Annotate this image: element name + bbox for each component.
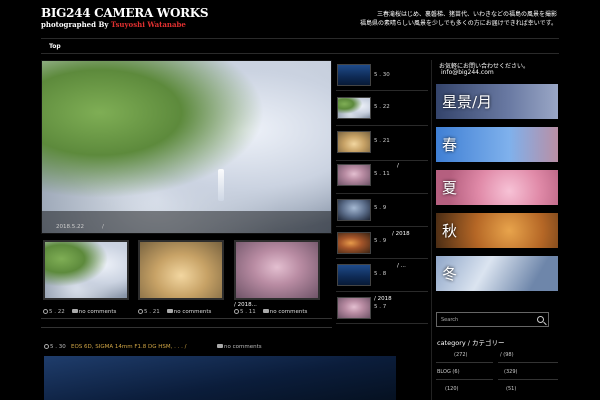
thumb-meta-1: 5 . 22 no comments [43,309,116,315]
banner-summer[interactable]: 夏 [436,170,558,205]
column-divider [431,60,432,400]
list-date-2: 5 . 22 [374,104,390,110]
list-thumb-2[interactable] [337,97,371,119]
list-divider [336,226,428,227]
subtitle-prefix: photographed By [41,20,111,29]
banner-autumn[interactable]: 秋 [436,213,558,248]
banner-stars-moon[interactable]: 星景/月 [436,84,558,119]
post-comments[interactable]: no comments [224,344,262,350]
hero-date: 2018.5.22 [56,224,84,230]
hero-image[interactable]: 2018.5.22 / [41,60,332,234]
post-meta: 5 . 30 EOS 6D, SIGMA 14mm F1.8 DG HSM, .… [44,344,262,350]
banner-winter[interactable]: 冬 [436,256,558,291]
photographer-name: Tsuyoshi Watanabe [110,20,186,29]
site-intro: 三春滝桜はじめ、裏磐梯、猪苗代、いわきなどの福島の風景を撮影 福島県の素晴らしい… [357,11,557,28]
category-divider [436,362,493,363]
thumb-comments-2[interactable]: no comments [174,309,212,315]
thumb-date-1: 5 . 22 [49,309,65,315]
search-icon[interactable] [537,316,544,323]
thumb-comments-1[interactable]: no comments [79,309,117,315]
thumb-meta-3: 5 . 11 no comments [234,309,307,315]
category-divider [498,379,558,380]
list-divider [336,193,428,194]
post-comment-wrap: no comments [217,344,262,350]
thumb-meta-2: 5 . 21 no comments [138,309,211,315]
thumb-comments-3[interactable]: no comments [270,309,308,315]
list-title-4[interactable]: / [397,163,399,169]
site-title[interactable]: BIG244 CAMERA WORKS [41,6,209,20]
site-subtitle: photographed By Tsuyoshi Watanabe [41,20,186,29]
category-item-2[interactable]: / (98) [500,352,514,358]
list-divider [336,160,428,161]
category-item-5[interactable]: (120) [445,386,458,392]
hero-caption: 2018.5.22 / [42,211,331,233]
list-divider [336,125,428,126]
hero-separator: / [102,224,104,230]
post-image[interactable] [44,356,396,400]
search-input[interactable]: Search [441,317,458,323]
list-thumb-8[interactable] [337,297,371,319]
clock-icon [44,344,49,349]
list-title-6[interactable]: / 2018 [392,231,410,237]
list-divider [336,90,428,91]
comment-icon [71,309,78,313]
waterfall-graphic [218,169,224,201]
list-date-6: 5 . 9 [374,238,387,244]
category-item-1[interactable]: (272) [454,352,467,358]
list-divider [336,291,428,292]
list-thumb-3[interactable] [337,131,371,153]
clock-icon [138,309,143,314]
banner-spring[interactable]: 春 [436,127,558,162]
main-nav: Top [41,38,559,54]
divider [41,318,332,319]
list-title-7[interactable]: / ... [397,263,406,269]
post-date: 5 . 30 [50,344,66,350]
list-date-3: 5 . 21 [374,138,390,144]
banner-label-4: 秋 [442,222,458,240]
list-divider [336,323,428,324]
intro-line-2: 福島県の素晴らしい風景を少しでも多くの方にお届けできれば幸いです。 [359,19,557,27]
list-divider [336,258,428,259]
category-divider [436,379,493,380]
banner-label-3: 夏 [442,179,458,197]
post-tags[interactable]: EOS 6D, SIGMA 14mm F1.8 DG HSM, . . . / [71,344,186,350]
intro-line-1: 三春滝桜はじめ、裏磐梯、猪苗代、いわきなどの福島の風景を撮影 [376,11,557,18]
comment-icon [262,309,269,313]
list-thumb-6[interactable] [337,232,371,254]
category-heading: category / カテゴリー [437,339,505,347]
list-date-5: 5 . 9 [374,205,387,211]
banner-label-2: 春 [442,136,458,154]
list-thumb-5[interactable] [337,199,371,221]
thumb-image-3[interactable] [234,240,320,300]
comment-icon [166,309,173,313]
clock-icon [234,309,239,314]
divider [41,327,332,328]
banner-label-5: 冬 [442,265,458,283]
thumb-title-3[interactable]: / 2018... [234,302,257,308]
nav-item-top[interactable]: Top [41,43,70,50]
category-divider [498,362,558,363]
clock-icon [43,309,48,314]
list-date-7: 5 . 8 [374,271,387,277]
thumb-date-3: 5 . 11 [240,309,256,315]
search-box[interactable]: Search [436,312,549,327]
list-thumb-4[interactable] [337,164,371,186]
category-item-4[interactable]: (329) [504,369,517,375]
list-date-4: 5 . 11 [374,171,390,177]
thumb-image-2[interactable] [138,240,224,300]
page: BIG244 CAMERA WORKS photographed By Tsuy… [0,0,600,400]
category-item-6[interactable]: (51) [506,386,516,392]
list-title-8[interactable]: / 2018 [374,296,392,302]
list-thumb-7[interactable] [337,264,371,286]
category-item-3[interactable]: BLOG (6) [437,369,460,375]
comment-icon [217,344,223,348]
list-date-8: 5 . 7 [374,304,387,310]
list-date-1: 5 . 30 [374,72,390,78]
contact-email[interactable]: info@big244.com [441,69,494,76]
thumb-date-2: 5 . 21 [144,309,160,315]
thumb-image-1[interactable] [43,240,129,300]
list-thumb-1[interactable] [337,64,371,86]
banner-label-1: 星景/月 [442,93,493,111]
